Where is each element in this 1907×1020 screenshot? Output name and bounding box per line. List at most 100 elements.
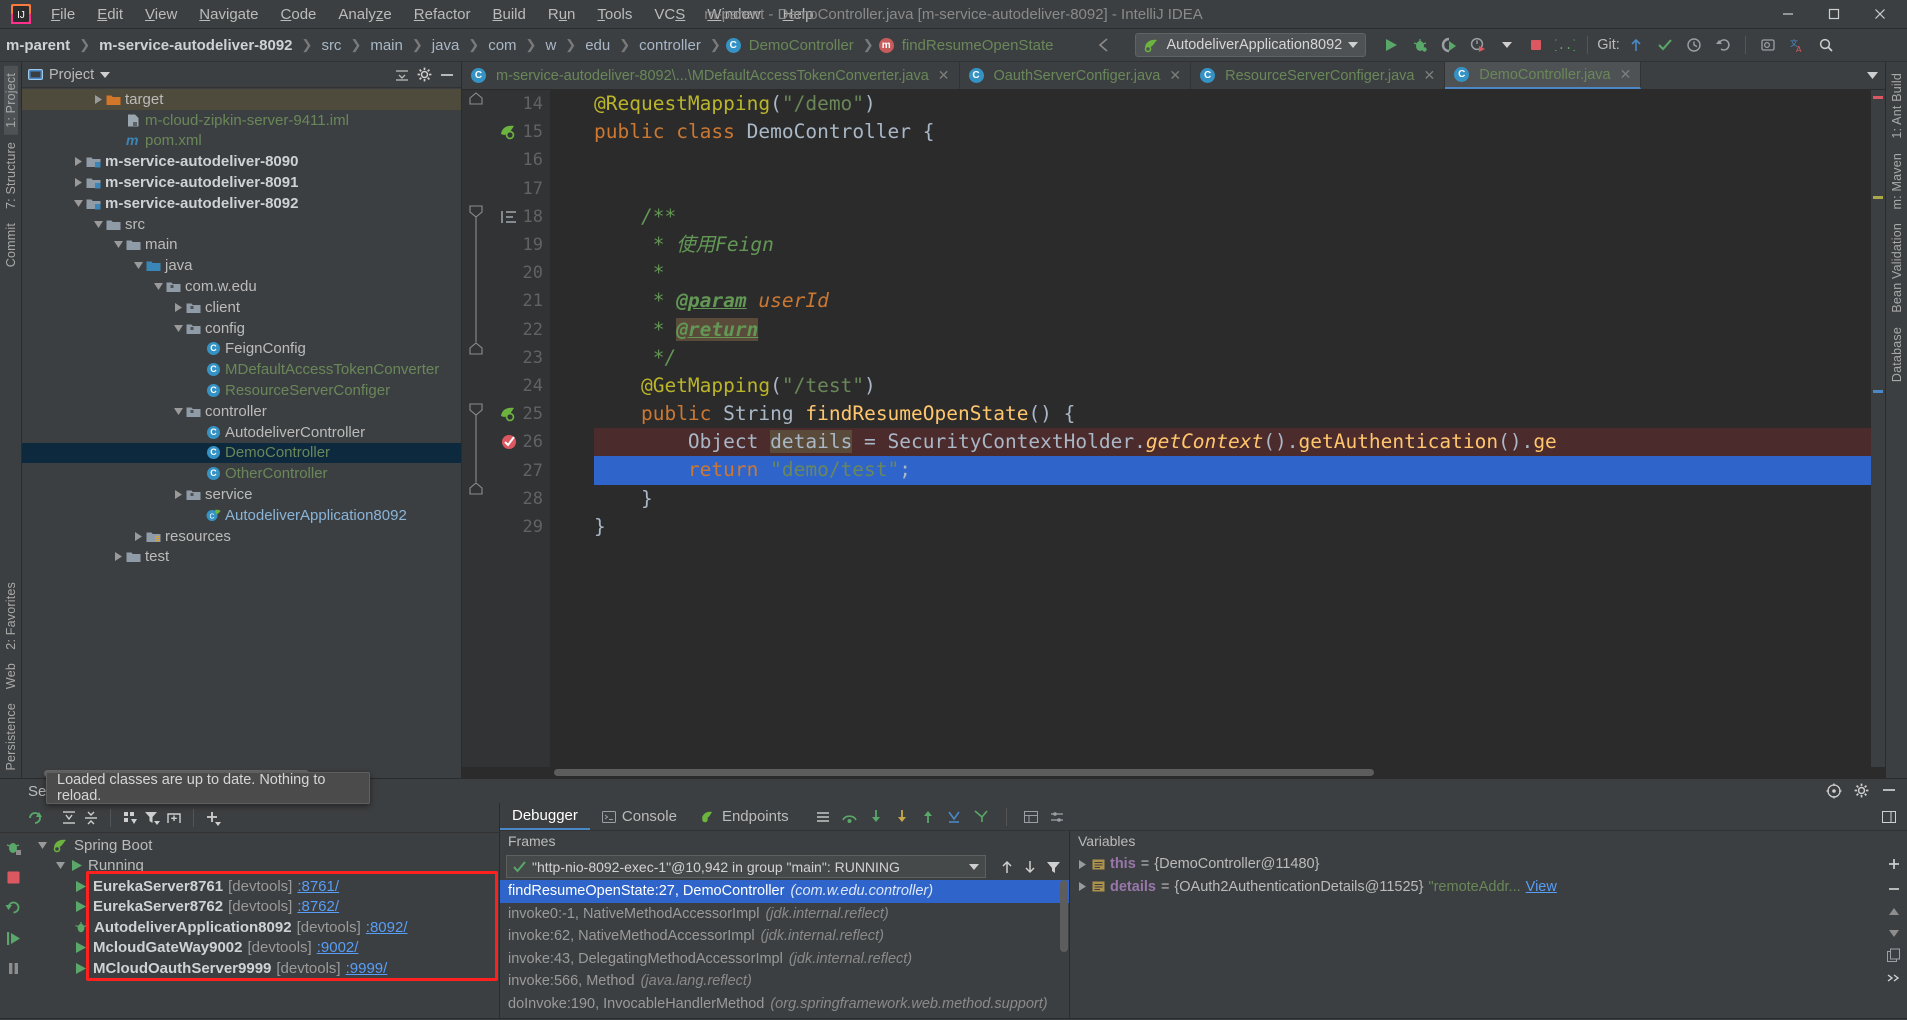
- tree-row-autodeliverapplication8092[interactable]: C AutodeliverApplication8092: [22, 505, 461, 526]
- menu-tools[interactable]: Tools: [586, 3, 643, 26]
- hide-panel-icon[interactable]: [1881, 783, 1897, 797]
- service-port[interactable]: :8762/: [297, 898, 339, 915]
- debugger-tab-bar[interactable]: Debugger Console Endpoints: [500, 803, 1907, 831]
- scroll-thumb[interactable]: [554, 769, 1374, 776]
- evaluate-expression-icon[interactable]: [1023, 810, 1039, 824]
- frames-layout-icon[interactable]: [815, 810, 831, 824]
- rail-item-bean-validation[interactable]: Bean Validation: [1890, 216, 1904, 320]
- window-controls[interactable]: [1765, 0, 1907, 28]
- menu-build[interactable]: Build: [481, 3, 536, 26]
- services-group-running[interactable]: Running: [26, 856, 499, 877]
- breadcrumb-item-6[interactable]: w: [541, 35, 560, 56]
- collapse-all-icon[interactable]: [394, 68, 410, 82]
- services-items[interactable]: EurekaServer8761 [devtools]:8761/EurekaSe…: [26, 876, 499, 979]
- add-watch-icon[interactable]: [1886, 856, 1902, 872]
- editor-hscrollbar[interactable]: [462, 767, 1885, 778]
- close-icon[interactable]: ✕: [938, 67, 950, 84]
- tree-row-test[interactable]: test: [22, 547, 461, 568]
- code-editor[interactable]: 14 15 16 17 18 19 20 21 22 23 24 25 26 27 28 29 @Reques…: [462, 90, 1885, 767]
- scroll-down-icon[interactable]: [1887, 927, 1901, 939]
- tree-row-m-service-autodeliver-8090[interactable]: m-service-autodeliver-8090: [22, 151, 461, 172]
- tree-row-service[interactable]: service: [22, 484, 461, 505]
- debug-button[interactable]: [1407, 33, 1433, 57]
- error-marker[interactable]: [1873, 96, 1883, 99]
- right-tool-rail[interactable]: 1: Ant Build m: Maven Bean Validation Da…: [1885, 62, 1907, 778]
- maximize-button[interactable]: [1811, 0, 1857, 28]
- gear-icon[interactable]: [1854, 783, 1869, 798]
- variables-list[interactable]: this = {DemoController@11480} details = …: [1070, 853, 1881, 1018]
- run-button[interactable]: [1378, 33, 1404, 57]
- step-out-icon[interactable]: [920, 809, 936, 824]
- settings-icon[interactable]: [1049, 810, 1065, 824]
- code-line-28[interactable]: }: [594, 485, 1871, 513]
- pause-icon[interactable]: [6, 961, 21, 976]
- editor-fold-gutter[interactable]: [469, 90, 590, 767]
- left-tool-rail[interactable]: 1: Project 7: Structure Commit 2: Favori…: [0, 62, 22, 778]
- remove-watch-icon[interactable]: [1886, 881, 1902, 897]
- rerun-icon[interactable]: [26, 809, 44, 827]
- move-up-icon[interactable]: [1000, 859, 1014, 875]
- run-configuration-selector[interactable]: AutodeliverApplication8092: [1135, 33, 1367, 57]
- tree-row-config[interactable]: config: [22, 318, 461, 339]
- scroll-up-icon[interactable]: [1887, 906, 1901, 918]
- code-line-14[interactable]: @RequestMapping("/demo"): [594, 90, 1871, 118]
- rail-item-persistence[interactable]: Persistence: [4, 696, 18, 778]
- chevron-right-icon[interactable]: [1078, 859, 1087, 869]
- profile-button[interactable]: [1465, 33, 1491, 57]
- service-port[interactable]: :8761/: [297, 878, 339, 895]
- filter-icon[interactable]: [143, 809, 161, 827]
- tree-row-mdefaultaccesstokenconverter[interactable]: C MDefaultAccessTokenConverter: [22, 359, 461, 380]
- rail-item-database[interactable]: Database: [1890, 320, 1904, 389]
- target-icon[interactable]: [1826, 783, 1842, 799]
- group-icon[interactable]: [121, 809, 139, 827]
- editor-tab-0[interactable]: C m-service-autodeliver-8092\...\MDefaul…: [462, 62, 960, 89]
- run-toolbar[interactable]: {..} Git: 文A: [1378, 33, 1839, 57]
- chevron-down-icon[interactable]: [969, 863, 979, 871]
- frame-row-1[interactable]: invoke0:-1, NativeMethodAccessorImpl (jdk…: [500, 903, 1069, 926]
- translate-icon[interactable]: 文A: [1784, 33, 1810, 57]
- drop-frame-icon[interactable]: [946, 809, 963, 824]
- breadcrumb-item-3[interactable]: main: [366, 35, 407, 56]
- undo-icon[interactable]: [1710, 33, 1736, 57]
- debug-icon[interactable]: [5, 839, 22, 856]
- code-line-26[interactable]: Object details = SecurityContextHolder.g…: [594, 428, 1871, 457]
- tree-row-main[interactable]: main: [22, 235, 461, 256]
- menu-analyze[interactable]: Analyze: [327, 3, 402, 26]
- copy-icon[interactable]: [1886, 948, 1902, 963]
- breadcrumb-item-2[interactable]: src: [317, 35, 345, 56]
- search-icon[interactable]: [1813, 33, 1839, 57]
- services-toolbar[interactable]: [0, 803, 499, 833]
- services-tree-root[interactable]: Spring Boot: [26, 835, 499, 856]
- code-line-18[interactable]: /**: [594, 203, 1871, 231]
- code-line-23[interactable]: */: [594, 344, 1871, 372]
- tree-row-m-cloud-zipkin-server-9411-iml[interactable]: m-cloud-zipkin-server-9411.iml: [22, 110, 461, 131]
- view-link[interactable]: View: [1526, 879, 1557, 895]
- resume-program-icon[interactable]: [5, 930, 22, 947]
- chevron-right-icon[interactable]: [1078, 882, 1087, 892]
- code-line-19[interactable]: * 使用Feign: [594, 231, 1871, 259]
- tree-row-democontroller[interactable]: C DemoController: [22, 442, 461, 464]
- profile-dropdown-icon[interactable]: [1494, 33, 1520, 57]
- tree-row-pom-xml[interactable]: m pom.xml: [22, 131, 461, 152]
- step-over-icon[interactable]: [841, 809, 858, 824]
- frame-row-5[interactable]: doInvoke:190, InvocableHandlerMethod (org…: [500, 993, 1069, 1016]
- service-item-mcloudgateway9002[interactable]: McloudGateWay9002 [devtools]:9002/: [26, 938, 499, 959]
- tree-row-com-w-edu[interactable]: com.w.edu: [22, 276, 461, 297]
- tree-row-feignconfig[interactable]: C FeignConfig: [22, 339, 461, 360]
- breadcrumb-item-8[interactable]: controller: [635, 35, 705, 56]
- tree-row-client[interactable]: client: [22, 297, 461, 318]
- search-everywhere-icon[interactable]: [1755, 33, 1781, 57]
- breadcrumb-item-4[interactable]: java: [428, 35, 464, 56]
- rail-item-structure[interactable]: 7: Structure: [4, 135, 18, 216]
- editor-tab-1[interactable]: C OauthServerConfiger.java ✕: [960, 62, 1192, 89]
- code-line-27[interactable]: return "demo/test";: [594, 456, 1871, 485]
- git-update-icon[interactable]: [1623, 33, 1649, 57]
- frames-scrollbar[interactable]: [1060, 880, 1068, 952]
- project-tree[interactable]: target m-cloud-zipkin-server-9411.iml m pom…: [22, 88, 461, 769]
- stop-icon[interactable]: [6, 870, 21, 885]
- step-into-icon[interactable]: [868, 809, 884, 824]
- close-icon[interactable]: ✕: [1620, 66, 1632, 83]
- force-step-into-icon[interactable]: [894, 809, 910, 824]
- close-icon[interactable]: ✕: [1424, 67, 1436, 84]
- tree-row-controller[interactable]: controller: [22, 401, 461, 422]
